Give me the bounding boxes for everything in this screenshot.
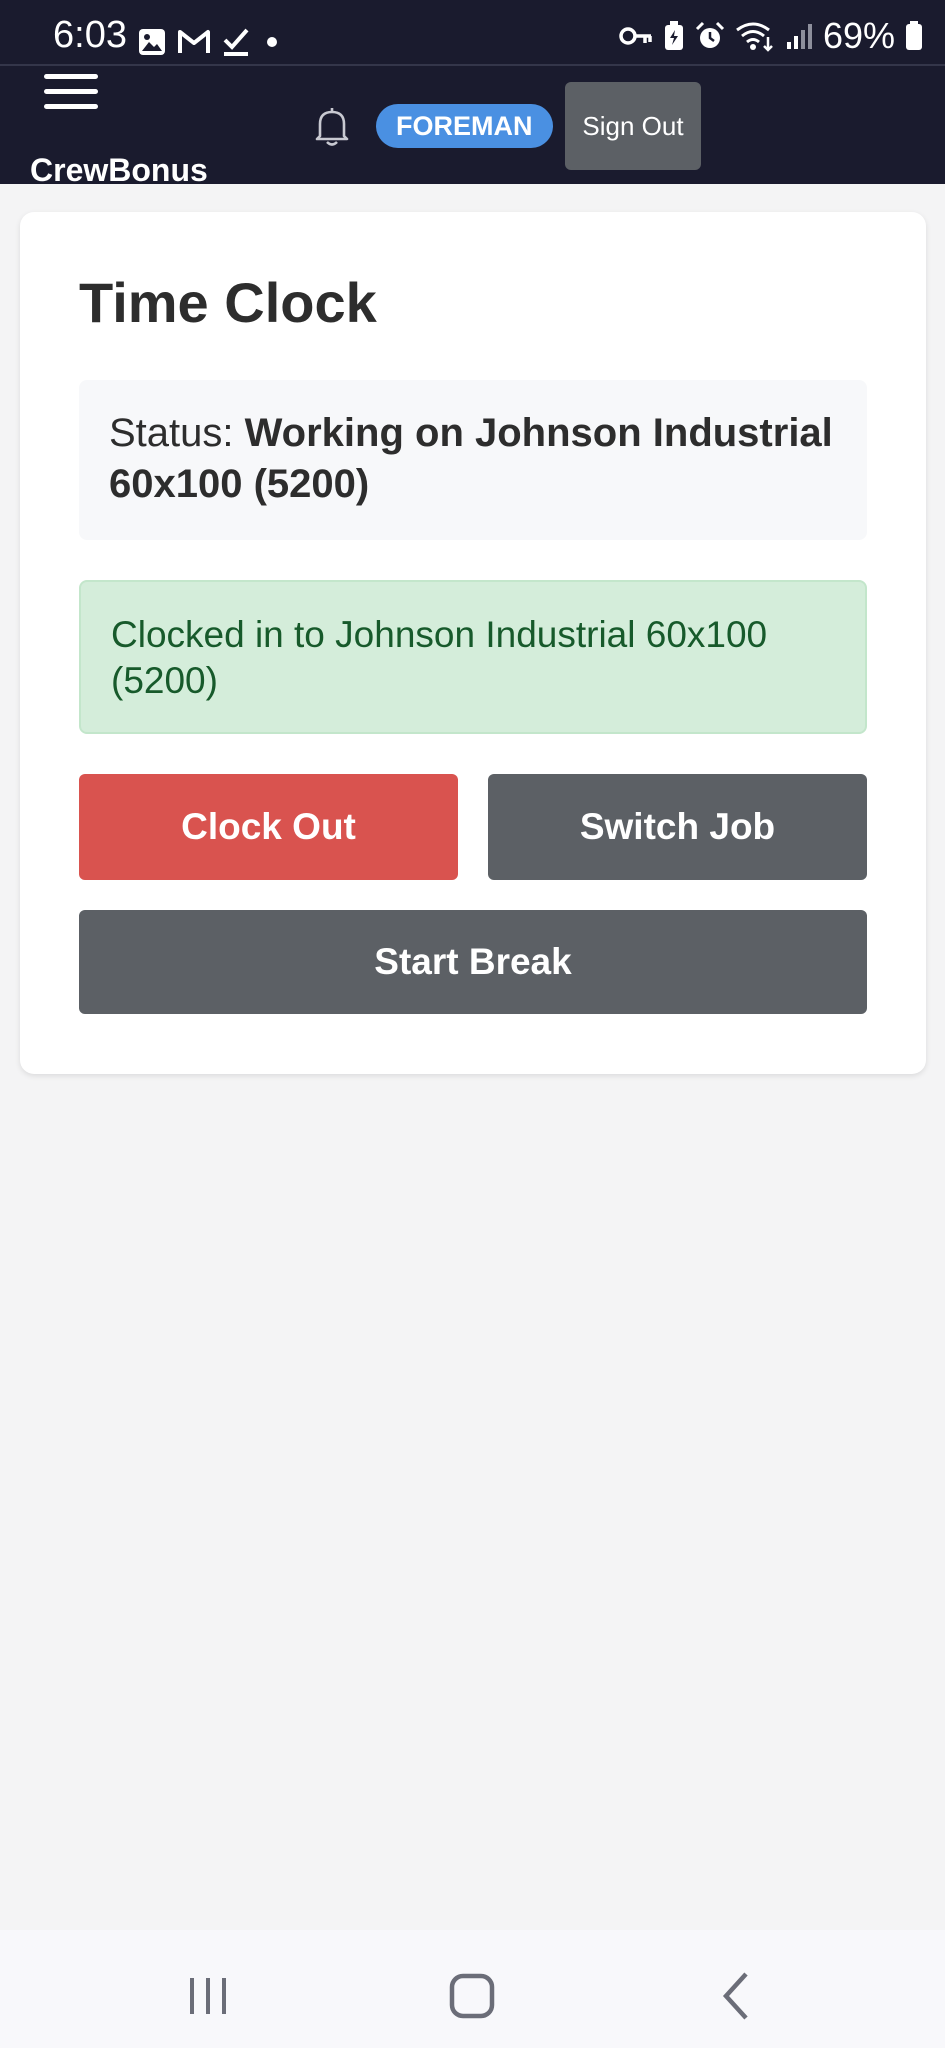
time-clock-card: Time Clock Status: Working on Johnson In… <box>20 212 926 1074</box>
status-bar: 6:03 69% <box>0 0 945 64</box>
signal-icon <box>786 24 812 49</box>
alarm-icon <box>695 21 724 48</box>
start-break-button[interactable]: Start Break <box>79 910 867 1014</box>
page-title: Time Clock <box>79 271 377 334</box>
brand-name: CrewBonus <box>30 152 208 188</box>
clock-out-button[interactable]: Clock Out <box>79 774 458 880</box>
gmail-icon <box>178 30 210 53</box>
app-header: CrewBonus FOREMAN Sign Out <box>0 64 945 188</box>
role-badge: FOREMAN <box>376 104 553 148</box>
dot-icon <box>267 37 277 47</box>
wifi-icon <box>736 22 773 52</box>
sign-out-button[interactable]: Sign Out <box>565 82 701 170</box>
menu-icon-line <box>44 74 98 79</box>
menu-icon-line <box>44 89 98 94</box>
battery-percent: 69% <box>822 15 895 56</box>
recent-apps-icon[interactable] <box>178 1966 238 2026</box>
success-alert: Clocked in to Johnson Industrial 60x100 … <box>79 580 867 734</box>
status-left-icons <box>138 24 282 60</box>
key-icon <box>619 27 652 45</box>
status-label: Status: <box>109 411 234 455</box>
alert-message: Clocked in to Johnson Industrial 60x100 … <box>111 614 768 701</box>
bell-icon[interactable] <box>308 102 356 150</box>
home-icon[interactable] <box>442 1966 502 2026</box>
status-box: Status: Working on Johnson Industrial 60… <box>79 380 867 540</box>
switch-job-button[interactable]: Switch Job <box>488 774 867 880</box>
menu-icon-line <box>44 104 98 109</box>
back-icon[interactable] <box>708 1966 768 2026</box>
battery-saver-icon <box>664 21 683 50</box>
check-icon <box>223 28 249 56</box>
image-icon <box>139 29 165 55</box>
battery-icon <box>906 21 922 50</box>
hamburger-menu-button[interactable] <box>40 70 106 114</box>
status-right-icons: 69% <box>619 16 923 56</box>
status-time: 6:03 <box>53 14 127 56</box>
system-nav-bar <box>0 1930 945 2048</box>
